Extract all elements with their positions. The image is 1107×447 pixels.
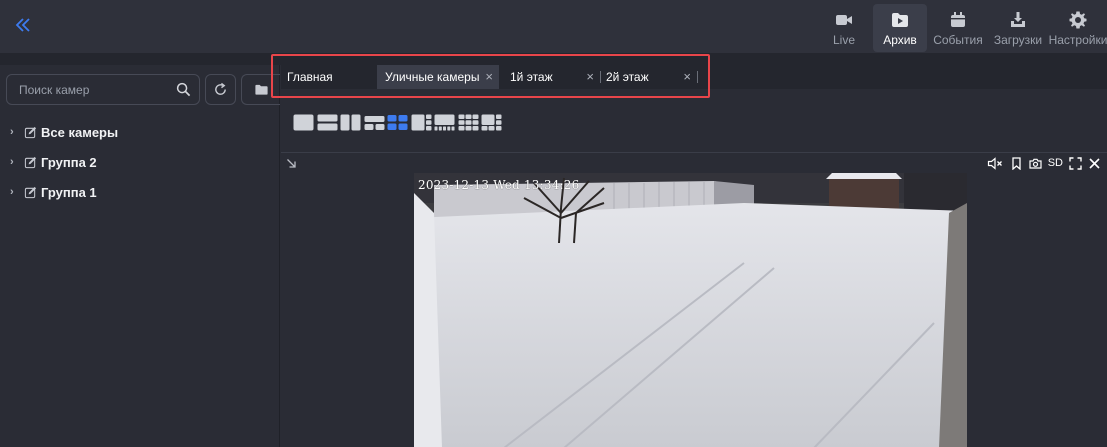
top-bar: Live Архив События Загрузки Настройки: [0, 0, 1107, 53]
camera-video-feed[interactable]: 2023-12-13 Wed 13:34:26: [414, 173, 967, 447]
chevron-right-icon[interactable]: ›: [10, 126, 20, 138]
edit-icon[interactable]: [24, 186, 37, 199]
double-chevron-left-icon[interactable]: [12, 14, 34, 36]
nav-events-label: События: [933, 32, 983, 47]
speaker-muted-icon: [987, 156, 1002, 170]
nav-live-label: Live: [832, 32, 855, 47]
tab-street-cameras[interactable]: Уличные камеры ×: [377, 65, 499, 89]
nav-downloads-label: Загрузки: [993, 32, 1043, 47]
camera-tree: › Все камеры › Группа 2 › Группа 1: [0, 117, 280, 207]
mute-button[interactable]: [987, 156, 1004, 170]
layout-1-plus-2-button[interactable]: [364, 114, 385, 131]
search-icon[interactable]: [176, 82, 191, 97]
camera-icon: [1029, 158, 1042, 169]
folder-icon: [254, 84, 268, 95]
layout-1-plus-5-button[interactable]: [434, 114, 455, 131]
layout-2-cols-button[interactable]: [340, 114, 361, 131]
camera-toolbar: SD: [981, 155, 1101, 171]
tree-item-label: Группа 1: [41, 184, 97, 200]
layout-2x2-button[interactable]: [387, 114, 408, 131]
tree-item-group-2[interactable]: › Группа 2: [0, 147, 280, 177]
expand-arrow-icon[interactable]: [286, 158, 297, 169]
download-icon: [1011, 11, 1025, 27]
nav-live[interactable]: Live: [817, 4, 871, 52]
open-folder-button[interactable]: [241, 74, 280, 105]
refresh-button[interactable]: [205, 74, 236, 105]
tree-item-label: Группа 2: [41, 154, 97, 170]
video-camera-icon: [836, 14, 852, 25]
camera-search-input[interactable]: [7, 75, 167, 104]
layout-1-plus-3-button[interactable]: [411, 114, 432, 131]
refresh-icon: [215, 82, 226, 95]
main-area: Главная Уличные камеры × 1й этаж × 2й эт…: [281, 65, 1107, 447]
camera-sidebar: › Все камеры › Группа 2 ›: [0, 65, 280, 447]
edit-icon[interactable]: [24, 156, 37, 169]
nav-downloads[interactable]: Загрузки: [989, 4, 1047, 52]
stream-quality-toggle[interactable]: SD: [1048, 157, 1063, 169]
fullscreen-button[interactable]: [1069, 156, 1082, 170]
nav-archive-label: Архив: [883, 32, 917, 47]
camera-view-header: SD: [281, 153, 1107, 173]
tab-floor-1[interactable]: 1й этаж ×: [499, 65, 600, 89]
close-icon[interactable]: ×: [586, 70, 594, 84]
chevron-right-icon[interactable]: ›: [10, 186, 20, 198]
layout-2-rows-button[interactable]: [317, 114, 338, 131]
layout-1-plus-5-icon: [434, 114, 455, 131]
tab-label: Уличные камеры: [385, 70, 480, 84]
layout-2-rows-icon: [317, 114, 337, 131]
layout-1-plus-2-icon: [364, 116, 384, 130]
tree-item-group-1[interactable]: › Группа 1: [0, 177, 280, 207]
tab-label: Главная: [287, 70, 333, 84]
layout-3x3-button[interactable]: [458, 114, 479, 131]
top-divider: [0, 53, 1107, 65]
view-tabs: Главная Уличные камеры × 1й этаж × 2й эт…: [281, 65, 1107, 89]
layout-2-cols-icon: [340, 114, 361, 131]
tab-divider: [697, 71, 698, 83]
tab-main[interactable]: Главная: [281, 65, 377, 89]
gear-icon: [1069, 11, 1087, 28]
nav-settings[interactable]: Настройки: [1049, 4, 1107, 52]
edit-icon[interactable]: [24, 126, 37, 139]
tab-label: 2й этаж: [606, 70, 649, 84]
close-icon: [1089, 157, 1100, 169]
camera-scene-image: [414, 173, 967, 447]
camera-search: [6, 74, 200, 105]
layout-2x2-icon: [387, 115, 408, 130]
camera-view-area: SD 2023-12-13 Wed 13:34:26: [281, 152, 1107, 447]
layout-1-plus-3-icon: [411, 114, 431, 131]
fullscreen-icon: [1069, 156, 1082, 170]
bookmark-button[interactable]: [1010, 156, 1023, 170]
app-window: Live Архив События Загрузки Настройки По…: [0, 0, 1107, 447]
chevron-right-icon[interactable]: ›: [10, 156, 20, 168]
layout-1-plus-7-button[interactable]: [481, 114, 502, 131]
snapshot-button[interactable]: [1029, 157, 1042, 170]
close-icon[interactable]: ×: [485, 70, 493, 84]
tab-label: 1й этаж: [510, 70, 553, 84]
main-nav: Live Архив События Загрузки Настройки: [815, 0, 1107, 53]
camera-timestamp-overlay: 2023-12-13 Wed 13:34:26: [418, 178, 580, 192]
archive-folder-icon: [892, 12, 908, 27]
nav-settings-label: Настройки: [1048, 32, 1107, 47]
layout-3x3-icon: [458, 114, 478, 131]
layout-1-plus-7-icon: [481, 114, 502, 131]
bookmark-icon: [1012, 156, 1021, 170]
layout-selector: [293, 114, 505, 132]
nav-archive[interactable]: Архив: [873, 4, 927, 52]
nav-events[interactable]: События: [929, 4, 987, 52]
tab-floor-2[interactable]: 2й этаж ×: [601, 65, 697, 89]
calendar-icon: [951, 11, 965, 27]
layout-1x1-icon: [293, 114, 314, 131]
close-icon[interactable]: ×: [683, 70, 691, 84]
tree-item-label: Все камеры: [41, 124, 119, 140]
tree-item-all-cameras[interactable]: › Все камеры: [0, 117, 280, 147]
layout-1x1-button[interactable]: [293, 114, 314, 131]
close-view-button[interactable]: [1088, 157, 1101, 170]
